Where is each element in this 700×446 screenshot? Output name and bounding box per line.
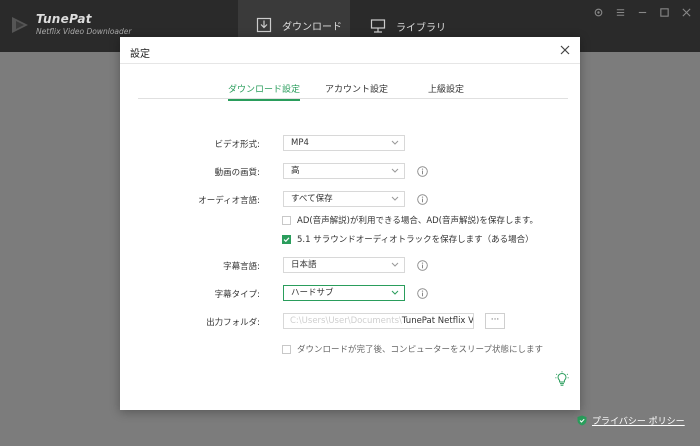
nav-tab-library-label: ライブラリ bbox=[396, 22, 446, 34]
audio-language-select[interactable]: すべて保存 bbox=[283, 191, 405, 207]
ad-audio-checkbox[interactable] bbox=[282, 215, 291, 225]
tab-account-settings[interactable]: アカウント設定 bbox=[325, 82, 388, 99]
chevron-down-icon bbox=[391, 140, 399, 145]
close-window-icon[interactable] bbox=[680, 6, 692, 18]
ad-audio-label: AD(音声解説)が利用できる場合、AD(音声解説)を保存します。 bbox=[297, 216, 538, 226]
output-folder-label: 出力フォルダ: bbox=[206, 318, 260, 328]
dialog-title: 設定 bbox=[130, 49, 150, 60]
minimize-icon[interactable] bbox=[636, 6, 648, 18]
video-quality-value: 高 bbox=[291, 166, 300, 176]
maximize-icon[interactable] bbox=[658, 6, 670, 18]
menu-icon[interactable] bbox=[614, 6, 626, 18]
nav-tab-download-label: ダウンロード bbox=[282, 21, 342, 33]
subtitle-language-value: 日本語 bbox=[291, 260, 317, 270]
library-icon bbox=[370, 19, 386, 33]
close-icon[interactable] bbox=[558, 43, 572, 57]
video-quality-label: 動画の画質: bbox=[214, 168, 260, 178]
dialog-divider bbox=[120, 63, 580, 64]
subtitle-language-label: 字幕言語: bbox=[223, 262, 260, 272]
brand-subtitle: Netflix Video Downloader bbox=[36, 27, 132, 36]
privacy-policy-link[interactable]: プライバシー ポリシー bbox=[577, 414, 685, 427]
info-icon[interactable] bbox=[417, 260, 428, 271]
browse-folder-button[interactable]: ··· bbox=[485, 313, 505, 329]
audio-language-value: すべて保存 bbox=[291, 194, 333, 204]
brand-name: TunePat bbox=[36, 12, 92, 26]
chevron-down-icon bbox=[391, 262, 399, 267]
chevron-down-icon bbox=[391, 168, 399, 173]
settings-dialog: 設定 ダウンロード設定 アカウント設定 上級設定 ビデオ形式: MP4 動画の画… bbox=[120, 37, 580, 410]
subtitle-type-value: ハードサブ bbox=[291, 288, 334, 298]
chevron-down-icon bbox=[391, 290, 399, 295]
download-icon bbox=[256, 17, 272, 33]
ad-audio-option[interactable]: AD(音声解説)が利用できる場合、AD(音声解説)を保存します。 bbox=[282, 214, 538, 226]
subtitle-type-label: 字幕タイプ: bbox=[214, 290, 260, 300]
output-folder-path: TunePat Netflix Vi bbox=[401, 316, 474, 326]
output-folder-path-hidden: C:\Users\User\Documents\ bbox=[290, 316, 402, 326]
video-format-select[interactable]: MP4 bbox=[283, 135, 405, 151]
info-icon[interactable] bbox=[417, 194, 428, 205]
gear-icon[interactable] bbox=[592, 6, 604, 18]
sleep-checkbox[interactable] bbox=[282, 344, 291, 354]
check-icon bbox=[283, 236, 290, 242]
window-controls bbox=[592, 6, 692, 18]
info-icon[interactable] bbox=[417, 288, 428, 299]
video-format-label: ビデオ形式: bbox=[214, 140, 260, 150]
surround-audio-checkbox[interactable] bbox=[282, 234, 291, 244]
subtitle-type-select[interactable]: ハードサブ bbox=[283, 285, 405, 301]
sleep-option[interactable]: ダウンロードが完了後、コンピューターをスリープ状態にします bbox=[282, 343, 543, 355]
privacy-policy-label: プライバシー ポリシー bbox=[592, 417, 685, 427]
brand: TunePat Netflix Video Downloader bbox=[36, 12, 131, 36]
shield-icon bbox=[577, 415, 587, 426]
tab-advanced-settings[interactable]: 上級設定 bbox=[428, 82, 464, 99]
sleep-label: ダウンロードが完了後、コンピューターをスリープ状態にします bbox=[297, 345, 543, 355]
video-quality-select[interactable]: 高 bbox=[283, 163, 405, 179]
audio-language-label: オーディオ言語: bbox=[198, 196, 260, 206]
output-folder-input[interactable]: C:\Users\User\Documents\TunePat Netflix … bbox=[283, 313, 474, 329]
chevron-down-icon bbox=[391, 196, 399, 201]
surround-audio-label: 5.1 サラウンドオーディオトラックを保存します（ある場合） bbox=[297, 235, 534, 245]
tab-download-settings[interactable]: ダウンロード設定 bbox=[228, 82, 301, 101]
tunepat-logo-icon bbox=[12, 17, 28, 33]
surround-audio-option[interactable]: 5.1 サラウンドオーディオトラックを保存します（ある場合） bbox=[282, 233, 534, 245]
video-format-value: MP4 bbox=[291, 138, 309, 148]
info-icon[interactable] bbox=[417, 166, 428, 177]
subtitle-language-select[interactable]: 日本語 bbox=[283, 257, 405, 273]
settings-tabs: ダウンロード設定 アカウント設定 上級設定 bbox=[138, 81, 568, 101]
lightbulb-icon[interactable] bbox=[555, 371, 569, 387]
